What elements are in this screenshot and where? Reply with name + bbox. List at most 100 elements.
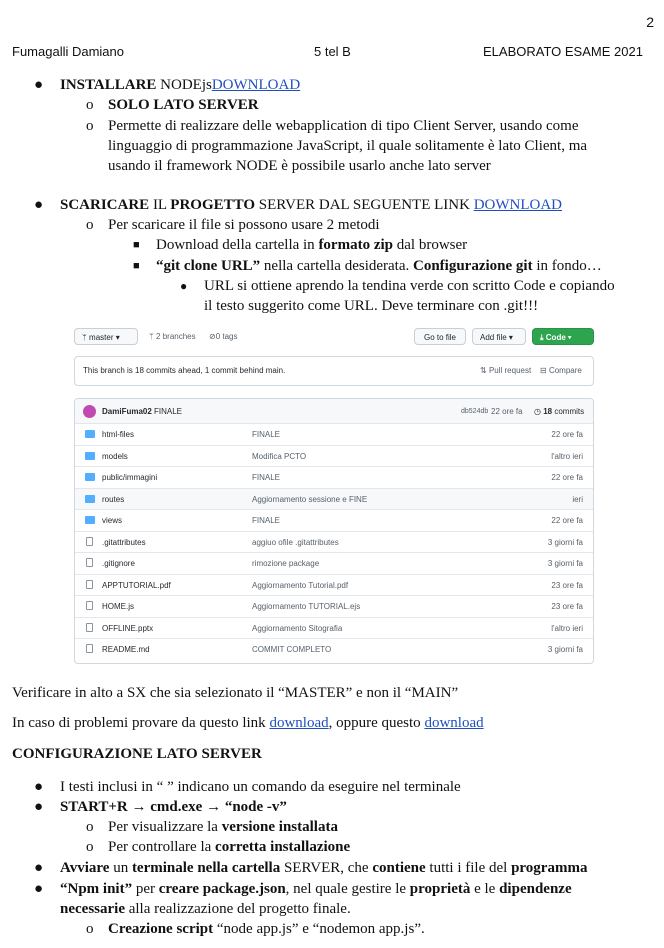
file-commit-message[interactable]: Aggiornamento sessione e FINE bbox=[252, 489, 367, 510]
file-commit-message[interactable]: aggiuo ofile .gitattributes bbox=[252, 532, 339, 553]
alt-download-link-1[interactable]: download bbox=[269, 715, 328, 731]
file-commit-message[interactable]: FINALE bbox=[252, 510, 280, 531]
file-name[interactable]: html-files bbox=[102, 424, 134, 445]
tags-link[interactable]: ⊘0 tags bbox=[209, 328, 238, 346]
file-icon bbox=[86, 622, 93, 632]
table-row[interactable]: .gitattributes aggiuo ofile .gitattribute… bbox=[75, 530, 593, 553]
bullet-dot: ● bbox=[34, 77, 44, 93]
branches-count: 2 branches bbox=[156, 332, 196, 341]
table-row[interactable]: public/immagini FINALE 22 ore fa bbox=[75, 466, 593, 488]
bullet-dot-small: ● bbox=[180, 279, 188, 293]
commits-count: 18 bbox=[543, 407, 553, 416]
download-link[interactable]: DOWNLOAD bbox=[212, 77, 300, 93]
table-row[interactable]: .gitignore rimozione package 3 giorni fa bbox=[75, 552, 593, 574]
text-il: IL bbox=[152, 197, 167, 213]
folder-icon bbox=[85, 516, 95, 524]
add-file-label: Add file bbox=[480, 333, 507, 342]
problems-text: In caso di problemi provare da questo li… bbox=[12, 713, 484, 733]
commit-hash[interactable]: db524db bbox=[461, 399, 488, 424]
method-zip: Download della cartella in formato zip d… bbox=[156, 235, 467, 255]
table-row[interactable]: html-files FINALE 22 ore fa bbox=[75, 423, 593, 445]
table-row[interactable]: routes Aggiornamento sessione e FINE ieri bbox=[75, 487, 593, 510]
config-item-4-line-2: necessarie alla realizzazione del proget… bbox=[60, 899, 351, 919]
file-commit-message[interactable]: Aggiornamento Tutorial.pdf bbox=[252, 575, 348, 596]
m2-command: “git clone URL” bbox=[156, 258, 261, 274]
i3-b: un bbox=[113, 860, 129, 876]
file-time: 3 giorni fa bbox=[547, 559, 583, 568]
latest-commit-bar: DamiFuma02 FINALE db524db 22 ore fa ◷ 18… bbox=[75, 399, 593, 424]
table-row[interactable]: views FINALE 22 ore fa bbox=[75, 509, 593, 531]
bullet-dot: ● bbox=[34, 881, 44, 897]
compare-link[interactable]: ⊟ Compare bbox=[540, 357, 582, 385]
file-commit-message[interactable]: FINALE bbox=[252, 467, 280, 488]
file-commit-message[interactable]: Aggiornamento TUTORIAL.ejs bbox=[252, 596, 360, 617]
project-download-link[interactable]: DOWNLOAD bbox=[474, 197, 562, 213]
file-name[interactable]: .gitignore bbox=[102, 553, 135, 574]
branch-selector[interactable]: ᛘ master ▾ bbox=[74, 328, 138, 345]
file-name[interactable]: views bbox=[102, 510, 122, 531]
config-heading: CONFIGURAZIONE LATO SERVER bbox=[12, 746, 262, 762]
methods-text: Per scaricare il file si possono usare 2… bbox=[108, 217, 380, 233]
sub2-bold: corretta installazione bbox=[215, 839, 351, 855]
code-label: Code bbox=[545, 333, 566, 342]
description-line: usando il framework NODE è possibile usa… bbox=[108, 158, 491, 174]
file-commit-message[interactable]: rimozione package bbox=[252, 553, 319, 574]
avatar bbox=[83, 405, 96, 418]
file-name[interactable]: public/immagini bbox=[102, 467, 157, 488]
file-name[interactable]: README.md bbox=[102, 639, 150, 660]
branches-link[interactable]: ᛘ 2 branches bbox=[149, 328, 196, 346]
i4-b: per bbox=[135, 881, 155, 897]
file-name[interactable]: models bbox=[102, 446, 128, 467]
i3-a: Avviare bbox=[60, 860, 110, 876]
table-row[interactable]: README.md COMMIT COMPLETO 3 giorni fa bbox=[75, 638, 593, 660]
download-project-item: SCARICARE IL PROGETTO SERVER DAL SEGUENT… bbox=[60, 195, 562, 215]
page-number: 2 bbox=[646, 14, 654, 30]
bullet-dot: ● bbox=[34, 860, 44, 876]
commit-message: FINALE bbox=[154, 407, 183, 416]
folder-icon bbox=[85, 473, 95, 481]
table-row[interactable]: APPTUTORIAL.pdf Aggiornamento Tutorial.pd… bbox=[75, 573, 593, 596]
file-name[interactable]: APPTUTORIAL.pdf bbox=[102, 575, 171, 596]
github-repo-screenshot: ᛘ master ▾ ᛘ 2 branches ⊘0 tags Go to fi… bbox=[74, 324, 594, 664]
code-button[interactable]: ⤓ Code ▾ bbox=[532, 328, 594, 345]
problems-intro: In caso di problemi provare da questo li… bbox=[12, 715, 266, 731]
table-row[interactable]: models Modifica PCTO l'altro ieri bbox=[75, 444, 593, 467]
commit-author[interactable]: DamiFuma02 bbox=[102, 399, 152, 424]
table-row[interactable]: OFFLINE.pptx Aggiornamento Sitografia l'al… bbox=[75, 616, 593, 639]
table-row[interactable]: HOME.js Aggiornamento TUTORIAL.ejs 23 ore … bbox=[75, 595, 593, 617]
description-line: Permette di realizzare delle webapplicat… bbox=[108, 118, 579, 134]
folder-icon bbox=[85, 451, 95, 460]
file-name[interactable]: .gitattributes bbox=[102, 532, 146, 553]
file-commit-message[interactable]: COMMIT COMPLETO bbox=[252, 639, 331, 660]
folder-icon bbox=[85, 430, 95, 438]
config-item-2: START+R → cmd.exe → “node -v” bbox=[60, 799, 287, 815]
file-commit-message[interactable]: Modifica PCTO bbox=[252, 446, 306, 467]
add-file-button[interactable]: Add file ▾ bbox=[472, 328, 526, 345]
bullet-circle: o bbox=[86, 217, 94, 233]
install-item: INSTALLARE NODEjsDOWNLOAD bbox=[60, 75, 300, 95]
history-icon: ◷ bbox=[534, 407, 541, 416]
file-time: 3 giorni fa bbox=[547, 537, 583, 547]
file-name[interactable]: OFFLINE.pptx bbox=[102, 618, 153, 639]
commits-link[interactable]: ◷ 18 commits bbox=[534, 399, 584, 424]
file-name[interactable]: routes bbox=[102, 489, 124, 510]
file-time: 3 giorni fa bbox=[547, 645, 583, 654]
bullet-dot: ● bbox=[34, 197, 44, 213]
file-commit-message[interactable]: FINALE bbox=[252, 424, 280, 445]
file-commit-message[interactable]: Aggiornamento Sitografia bbox=[252, 618, 342, 639]
server-only-text: SOLO LATO SERVER bbox=[108, 97, 259, 113]
file-time: ieri bbox=[572, 494, 583, 504]
commit-time: 22 ore fa bbox=[491, 407, 523, 416]
i4-c: creare package.json bbox=[158, 881, 286, 897]
download-word: SCARICARE bbox=[60, 197, 150, 213]
i3-e: contiene bbox=[372, 860, 426, 876]
i4-l2-a: necessarie bbox=[60, 901, 125, 917]
branch-label: master bbox=[89, 333, 114, 342]
link-intro: SERVER DAL SEGUENTE LINK bbox=[258, 197, 470, 213]
go-to-file-button[interactable]: Go to file bbox=[414, 328, 466, 345]
file-name[interactable]: HOME.js bbox=[102, 596, 134, 617]
pull-request-label: Pull request bbox=[488, 366, 532, 375]
file-time: l'altro ieri bbox=[551, 451, 583, 461]
pull-request-link[interactable]: ⇅ Pull request bbox=[480, 357, 531, 385]
alt-download-link-2[interactable]: download bbox=[424, 715, 483, 731]
